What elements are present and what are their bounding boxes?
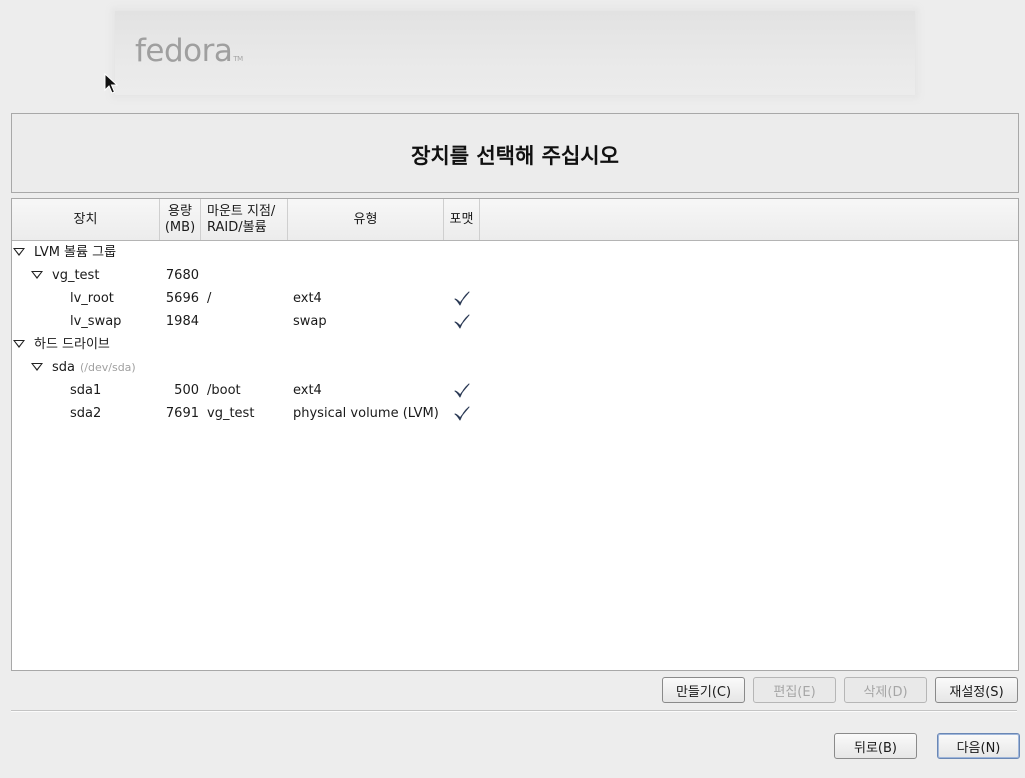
format-check-icon [454,314,470,329]
device-mount-point: / [207,291,212,306]
format-check-icon [454,291,470,306]
device-size: 7691 [165,406,199,421]
device-size: 7680 [165,268,199,283]
page-title: 장치를 선택해 주십시오 [411,144,619,168]
tree-row[interactable]: sda (/dev/sda) [12,356,1018,379]
device-tree[interactable]: 장치 용량 (MB) 마운트 지점/ RAID/볼륨 유형 포맷 LVM 볼륨 … [11,198,1019,671]
device-size [159,333,199,356]
device-name: LVM 볼륨 그룹 [34,245,117,260]
create-button[interactable]: 만들기(C) [662,677,745,703]
column-format[interactable]: 포맷 [444,199,480,240]
tree-row[interactable]: sda2 7691 vg_test physical volume (LVM) [12,402,1018,425]
expander-down-icon[interactable] [13,248,25,256]
tree-row[interactable]: lv_root 5696 / ext4 [12,287,1018,310]
device-name: sda1 [70,383,102,398]
device-path-hint: (/dev/sda) [80,361,136,374]
fedora-banner: fedoraTM [115,11,915,95]
tree-row[interactable]: vg_test 7680 [12,264,1018,287]
device-type: ext4 [293,291,322,306]
expander-down-icon[interactable] [31,363,43,371]
mouse-pointer-icon [104,73,118,94]
device-name: sda [52,360,75,375]
device-mount-point: vg_test [207,406,255,421]
device-name: lv_root [70,291,114,306]
expander-down-icon[interactable] [31,271,43,279]
device-size [159,356,199,379]
device-size: 1984 [165,314,199,329]
tree-row[interactable]: 하드 드라이브 [12,333,1018,356]
title-panel: 장치를 선택해 주십시오 [11,113,1019,193]
device-type: ext4 [293,383,322,398]
trademark-mark: TM [233,55,243,63]
tree-row[interactable]: lv_swap 1984 swap [12,310,1018,333]
tree-row[interactable]: sda1 500/boot ext4 [12,379,1018,402]
delete-button[interactable]: 삭제(D) [844,677,927,703]
column-mount[interactable]: 마운트 지점/ RAID/볼륨 [201,199,288,240]
format-check-icon [454,406,470,421]
reset-button[interactable]: 재설정(S) [935,677,1018,703]
device-name: vg_test [52,268,100,283]
device-name: lv_swap [70,314,122,329]
tree-row[interactable]: LVM 볼륨 그룹 [12,241,1018,264]
device-type: swap [293,314,327,329]
expander-down-icon[interactable] [13,340,25,348]
tree-header: 장치 용량 (MB) 마운트 지점/ RAID/볼륨 유형 포맷 [12,199,1018,241]
fedora-logo: fedoraTM [135,33,243,69]
column-type[interactable]: 유형 [288,199,444,240]
back-button[interactable]: 뒤로(B) [834,733,917,759]
device-size: 5696 [165,291,199,306]
column-size[interactable]: 용량 (MB) [160,199,201,240]
device-size [159,241,199,264]
device-type: physical volume (LVM) [293,406,439,421]
next-button[interactable]: 다음(N) [937,733,1020,759]
device-size: 500 [174,383,199,398]
format-check-icon [454,383,470,398]
column-device[interactable]: 장치 [12,199,160,240]
separator [11,710,1017,712]
device-mount-point: /boot [207,383,241,398]
device-name: sda2 [70,406,102,421]
edit-button[interactable]: 편집(E) [753,677,836,703]
device-name: 하드 드라이브 [34,337,110,352]
